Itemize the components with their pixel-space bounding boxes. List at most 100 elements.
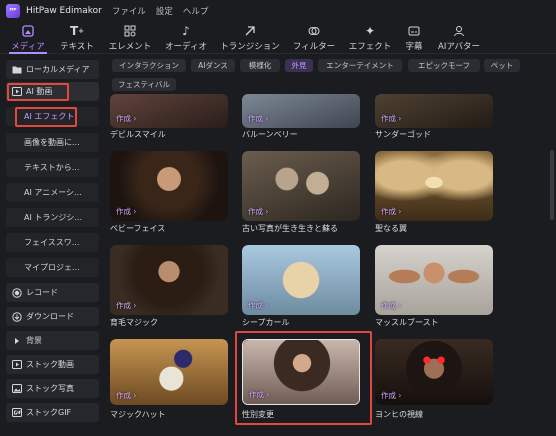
- filter-chip-interaction[interactable]: インタラクション: [112, 59, 186, 72]
- folder-icon: [12, 65, 22, 75]
- sidebar-item-stock-gif[interactable]: ストックGIF: [6, 403, 99, 422]
- effect-card-title: マッスルブースト: [375, 318, 439, 327]
- tab-transition-label: トランジション: [220, 41, 280, 52]
- sidebar-subitem-image-to-video[interactable]: 画像を動画に...: [6, 133, 99, 152]
- make-button[interactable]: 作成 ›: [381, 300, 401, 311]
- sidebar-item-stock-photo[interactable]: ストック写真: [6, 379, 99, 398]
- sidebar-subitem-label: フェイススワ...: [24, 238, 80, 247]
- tab-audio-label: オーディオ: [165, 41, 207, 52]
- caret-right-icon: [12, 336, 22, 346]
- tab-filter[interactable]: フィルター: [290, 22, 338, 54]
- effect-card-title: 性別変更: [242, 410, 274, 419]
- menu-settings[interactable]: 設定: [156, 5, 173, 17]
- tab-audio[interactable]: ♪ オーディオ: [162, 22, 210, 54]
- filter-chip-pet[interactable]: ペット: [484, 59, 520, 72]
- tab-ai-avatar[interactable]: AIアバター: [434, 22, 484, 54]
- sidebar-item-label: ローカルメディア: [26, 65, 90, 74]
- scrollbar[interactable]: [550, 150, 554, 220]
- filter-chip-ai-dance[interactable]: AIダンス: [191, 59, 235, 72]
- sidebar-item-label: ダウンロード: [26, 312, 74, 321]
- sidebar-item-label: ストックGIF: [26, 408, 72, 417]
- effect-card-devil-smile[interactable]: 作成 ›: [110, 94, 228, 128]
- effect-card-baby-face[interactable]: 作成 ›: [110, 151, 228, 221]
- sidebar-subitem-ai-transition[interactable]: AI トランジシ...: [6, 208, 99, 227]
- filter-chip-epic-morph[interactable]: エピックモーフ: [408, 59, 480, 72]
- app-logo-icon: ᴴᴾ: [6, 4, 20, 18]
- effect-card-hair-growth-magic[interactable]: 作成 ›: [110, 245, 228, 315]
- filter-chip-appearance[interactable]: 外見: [285, 59, 313, 72]
- download-icon: [12, 311, 22, 322]
- sidebar-item-download[interactable]: ダウンロード: [6, 307, 99, 326]
- app-window: ᴴᴾ HitPaw Edimakor ファイル 設定 ヘルプ メディア T + テ…: [0, 0, 556, 436]
- effect-card-old-photo-revive[interactable]: 作成 ›: [242, 151, 360, 221]
- tab-text[interactable]: T + テキスト: [57, 22, 97, 54]
- filter-chip-patterning[interactable]: 模様化: [240, 59, 280, 72]
- sidebar-item-local-media[interactable]: ローカルメディア: [6, 60, 99, 79]
- sidebar-item-label: ストック動画: [26, 360, 74, 369]
- make-button[interactable]: 作成 ›: [116, 300, 136, 311]
- filter-chip-festival[interactable]: フェスティバル: [112, 78, 176, 91]
- effect-card-magic-hat[interactable]: 作成 ›: [110, 339, 228, 405]
- tab-effect[interactable]: ✦ エフェクト: [346, 22, 394, 54]
- tab-subtitle[interactable]: 字幕: [401, 22, 427, 54]
- sidebar-subitem-ai-effect[interactable]: AI エフェクト: [6, 107, 99, 126]
- sidebar-item-label: 背景: [26, 336, 42, 345]
- make-button[interactable]: 作成 ›: [116, 206, 136, 217]
- sidebar-subitem-my-projects[interactable]: マイプロジェ...: [6, 258, 99, 277]
- tab-media[interactable]: メディア: [9, 22, 47, 54]
- tab-transition[interactable]: トランジション: [218, 22, 282, 54]
- tab-ai-avatar-label: AIアバター: [438, 41, 480, 52]
- effect-card-holy-wings[interactable]: 作成 ›: [375, 151, 493, 221]
- element-icon: [124, 25, 136, 38]
- menu-help[interactable]: ヘルプ: [183, 5, 209, 17]
- sidebar-subitem-label: AI トランジシ...: [24, 213, 83, 222]
- audio-icon: ♪: [182, 24, 190, 38]
- effect-card-thunder-god[interactable]: 作成 ›: [375, 94, 493, 128]
- sidebar-subitem-label: 画像を動画に...: [24, 138, 80, 147]
- sidebar-subitem-label: テキストから...: [24, 163, 80, 172]
- filter-icon: [308, 25, 320, 38]
- effect-card-title: 育毛マジック: [110, 318, 158, 327]
- make-button[interactable]: 作成 ›: [381, 206, 401, 217]
- make-button[interactable]: 作成 ›: [248, 206, 268, 217]
- sidebar-subitem-ai-animation[interactable]: AI アニメーシ...: [6, 183, 99, 202]
- effect-card-title: ベビーフェイス: [110, 224, 166, 233]
- effect-card-title: バルーンベリー: [242, 130, 298, 139]
- stock-video-icon: [12, 360, 22, 370]
- sidebar-item-label: レコード: [26, 288, 58, 297]
- sidebar-item-ai-video[interactable]: AI 動画: [6, 82, 99, 101]
- effect-card-title: マジックハット: [110, 410, 166, 419]
- make-button[interactable]: 作成 ›: [381, 113, 401, 124]
- make-button[interactable]: 作成 ›: [116, 113, 136, 124]
- make-button[interactable]: 作成 ›: [248, 113, 268, 124]
- filter-chip-entertainment[interactable]: エンターテイメント: [318, 59, 402, 72]
- sidebar-item-label: ストック写真: [26, 384, 74, 393]
- sidebar-item-stock-video[interactable]: ストック動画: [6, 355, 99, 374]
- sidebar-item-label: AI 動画: [26, 87, 53, 96]
- make-button[interactable]: 作成 ›: [249, 389, 269, 400]
- effect-card-muscle-boost[interactable]: 作成 ›: [375, 245, 493, 315]
- sidebar-subitem-face-swap[interactable]: フェイススワ...: [6, 233, 99, 252]
- make-button[interactable]: 作成 ›: [381, 390, 401, 401]
- sidebar-item-background[interactable]: 背景: [6, 331, 99, 350]
- sidebar-subitem-text-to-video[interactable]: テキストから...: [6, 158, 99, 177]
- effect-card-title: シープカール: [242, 318, 290, 327]
- effect-card-younghee-gaze[interactable]: 作成 ›: [375, 339, 493, 405]
- tab-element[interactable]: エレメント: [106, 22, 154, 54]
- effect-card-title: 聖なる翼: [375, 224, 407, 233]
- title-bar: ᴴᴾ HitPaw Edimakor ファイル 設定 ヘルプ: [0, 0, 556, 22]
- tab-effect-label: エフェクト: [348, 41, 392, 52]
- effect-card-sheep-curl[interactable]: 作成 ›: [242, 245, 360, 315]
- effect-card-balloon-belly[interactable]: 作成 ›: [242, 94, 360, 128]
- main-toolbar: メディア T + テキスト エレメント ♪ オーディオ トランジション フィルター…: [0, 22, 556, 54]
- effect-card-gender-swap[interactable]: 作成 ›: [242, 339, 360, 405]
- sidebar-subitem-label: マイプロジェ...: [24, 263, 80, 272]
- sidebar: ローカルメディア AI 動画 AI エフェクト 画像を動画に... テキストから…: [0, 55, 105, 436]
- make-button[interactable]: 作成 ›: [248, 300, 268, 311]
- effects-panel: インタラクション AIダンス 模様化 外見 エンターテイメント エピックモーフ …: [106, 55, 556, 436]
- record-icon: [12, 287, 22, 298]
- tab-text-label: テキスト: [60, 41, 94, 52]
- make-button[interactable]: 作成 ›: [116, 390, 136, 401]
- menu-file[interactable]: ファイル: [112, 5, 146, 17]
- sidebar-item-record[interactable]: レコード: [6, 283, 99, 302]
